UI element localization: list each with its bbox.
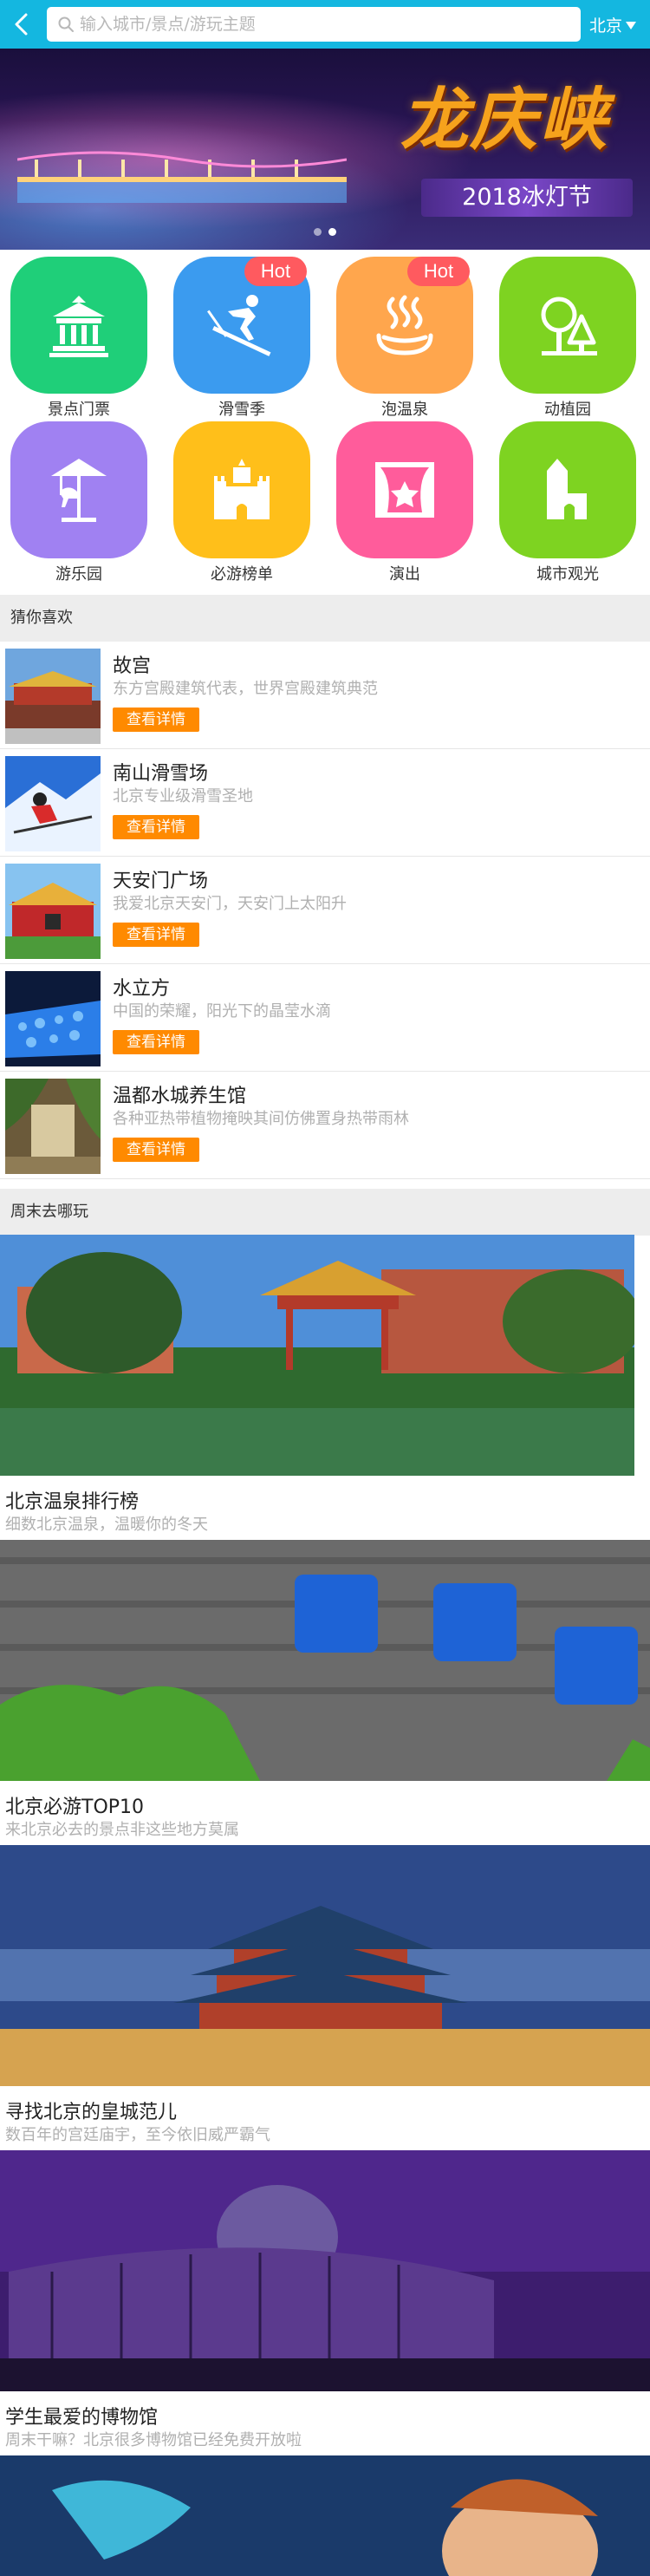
category-tile <box>336 421 473 558</box>
item-title: 故宫 <box>113 655 152 677</box>
item-desc: 北京专业级滑雪圣地 <box>113 787 253 805</box>
category-amusement-park[interactable]: 游乐园 <box>0 414 147 584</box>
list-thumbnail <box>5 756 101 851</box>
category-label: 必游榜单 <box>211 565 273 584</box>
top-bar: 北京 <box>0 0 650 49</box>
item-desc: 我爱北京天安门，天安门上太阳升 <box>113 895 347 913</box>
section-header-weekend: 周末去哪玩 <box>0 1189 650 1236</box>
card-photo <box>0 1845 650 2086</box>
card-title: 北京温泉排行榜 <box>5 1491 140 1513</box>
carousel-icon <box>51 459 107 522</box>
view-details-button[interactable]: 查看详情 <box>113 923 199 947</box>
card-desc: 周末干嘛？北京很多博物馆已经免费开放啦 <box>5 2431 302 2449</box>
view-details-button[interactable]: 查看详情 <box>113 708 199 732</box>
list-thumbnail <box>5 971 101 1066</box>
card-photo <box>0 2150 650 2391</box>
city-label: 北京 <box>589 16 623 36</box>
stage-icon <box>375 462 434 518</box>
search-input[interactable] <box>80 10 565 38</box>
card-desc: 来北京必去的景点非这些地方莫属 <box>5 1821 239 1839</box>
category-tile <box>10 257 147 394</box>
skier-icon <box>207 295 271 356</box>
tree-icon <box>541 297 597 355</box>
card-desc: 数百年的宫廷庙宇，至今依旧威严霸气 <box>5 2126 270 2144</box>
search-icon <box>58 16 74 32</box>
hot-badge: Hot <box>407 257 470 286</box>
category-shows[interactable]: 演出 <box>326 414 473 584</box>
view-details-button[interactable]: 查看详情 <box>113 1030 199 1054</box>
list-thumbnail <box>5 1079 101 1174</box>
item-title: 南山滑雪场 <box>113 763 209 785</box>
weekend-card[interactable]: 北京必游TOP10 来北京必去的景点非这些地方莫属 <box>0 1540 650 1845</box>
banner-title: 龙庆峡 <box>400 81 609 160</box>
card-title: 寻找北京的皇城范儿 <box>5 2102 178 2123</box>
category-must-visit[interactable]: 必游榜单 <box>163 414 310 584</box>
category-label: 演出 <box>389 565 420 584</box>
item-title: 温都水城养生馆 <box>113 1086 247 1107</box>
tower-icon <box>547 459 587 519</box>
category-tile <box>499 257 636 394</box>
card-title: 北京必游TOP10 <box>5 1797 145 1818</box>
list-item[interactable]: 南山滑雪场 北京专业级滑雪圣地 查看详情 <box>0 749 650 857</box>
weekend-card-partial[interactable] <box>0 2455 650 2576</box>
list-item[interactable]: 故宫 东方宫殿建筑代表，世界宫殿建筑典范 查看详情 <box>0 642 650 749</box>
carousel-dot-active[interactable] <box>328 228 336 236</box>
carousel-dot[interactable] <box>314 228 322 236</box>
card-photo <box>0 1540 650 1781</box>
list-thumbnail <box>5 864 101 959</box>
view-details-button[interactable]: 查看详情 <box>113 815 199 839</box>
item-desc: 中国的荣耀，阳光下的晶莹水滴 <box>113 1002 331 1021</box>
banner-subtitle: 2018冰灯节 <box>421 179 633 217</box>
card-title: 学生最爱的博物馆 <box>5 2407 159 2429</box>
category-tile <box>10 421 147 558</box>
pavilion-icon <box>49 296 108 357</box>
view-details-button[interactable]: 查看详情 <box>113 1138 199 1162</box>
item-desc: 各种亚热带植物掩映其间仿佛置身热带雨林 <box>113 1110 409 1128</box>
list-item[interactable]: 天安门广场 我爱北京天安门，天安门上太阳升 查看详情 <box>0 857 650 964</box>
category-skiing[interactable]: Hot 滑雪季 <box>163 250 310 419</box>
card-desc: 细数北京温泉，温暖你的冬天 <box>5 1516 208 1534</box>
chevron-down-icon <box>626 21 637 29</box>
card-photo <box>0 1235 634 1476</box>
item-title: 水立方 <box>113 978 171 1000</box>
category-zoo-garden[interactable]: 动植园 <box>489 250 636 419</box>
category-label: 游乐园 <box>55 565 102 584</box>
category-grid: 景点门票 Hot 滑雪季 Hot 泡温泉 动植园 游乐园 必游榜单 演出 城市观… <box>0 250 650 586</box>
category-city-tour[interactable]: 城市观光 <box>489 414 636 584</box>
category-tile <box>499 421 636 558</box>
back-button[interactable] <box>5 7 40 42</box>
back-arrow-icon <box>15 13 28 36</box>
card-photo <box>0 2455 650 2576</box>
weekend-card[interactable]: 学生最爱的博物馆 周末干嘛？北京很多博物馆已经免费开放啦 <box>0 2150 650 2455</box>
item-desc: 东方宫殿建筑代表，世界宫殿建筑典范 <box>113 680 378 698</box>
category-label: 城市观光 <box>536 565 599 584</box>
category-hot-spring[interactable]: Hot 泡温泉 <box>326 250 473 419</box>
list-item[interactable]: 温都水城养生馆 各种亚热带植物掩映其间仿佛置身热带雨林 查看详情 <box>0 1072 650 1179</box>
carousel-dots <box>0 228 650 240</box>
hot-spring-icon <box>376 295 433 355</box>
search-box[interactable] <box>47 7 581 42</box>
promo-banner[interactable]: 龙庆峡 2018冰灯节 <box>0 49 650 250</box>
category-tickets[interactable]: 景点门票 <box>0 250 147 419</box>
city-selector[interactable]: 北京 <box>589 12 637 36</box>
category-tile <box>173 421 310 558</box>
weekend-card[interactable]: 北京温泉排行榜 细数北京温泉，温暖你的冬天 <box>0 1235 650 1540</box>
section-header-guess: 猜你喜欢 <box>0 595 650 642</box>
list-thumbnail <box>5 649 101 744</box>
ice-lantern-scene <box>17 151 347 203</box>
list-item[interactable]: 水立方 中国的荣耀，阳光下的晶莹水滴 查看详情 <box>0 964 650 1072</box>
hot-badge: Hot <box>244 257 307 286</box>
item-title: 天安门广场 <box>113 871 209 892</box>
castle-icon <box>214 459 270 519</box>
weekend-card[interactable]: 寻找北京的皇城范儿 数百年的宫廷庙宇，至今依旧威严霸气 <box>0 1845 650 2150</box>
